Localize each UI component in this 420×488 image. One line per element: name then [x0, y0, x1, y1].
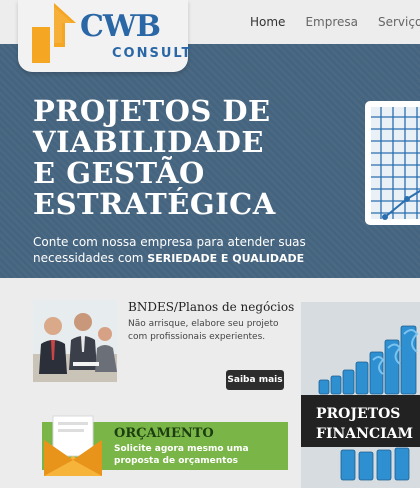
hero-title-line: ESTRATÉGICA [33, 187, 276, 221]
hero-subtitle-emphasis: SERIEDADE E QUALIDADE [147, 252, 305, 265]
hero-title-line: VIABILIDADE [33, 125, 265, 159]
main-content: BNDES/Planos de negócios Não arrisque, e… [0, 278, 420, 488]
saiba-mais-button[interactable]: Saiba mais [226, 370, 284, 390]
hero-subtitle: Conte com nossa empresa para atender sua… [33, 234, 333, 267]
hero-title: PROJETOS DE VIABILIDADE E GESTÃO ESTRATÉ… [33, 96, 333, 220]
orcamento-title: ORÇAMENTO [114, 426, 214, 441]
logo-tagline: CONSULT [112, 46, 193, 61]
main-nav: Home Empresa Serviços [248, 13, 420, 31]
business-people-illustration [33, 300, 117, 382]
nav-servicos[interactable]: Serviços [376, 13, 420, 31]
nav-empresa[interactable]: Empresa [303, 13, 360, 31]
business-people-photo [33, 300, 117, 382]
bndes-card: BNDES/Planos de negócios Não arrisque, e… [33, 300, 294, 396]
orcamento-description: Solicite agora mesmo uma proposta de orç… [114, 444, 249, 466]
logo-name: CWB [80, 9, 161, 44]
bndes-description: Não arrisque, elabore seu projeto com pr… [128, 319, 279, 342]
projetos-line2: FINANCIAM [316, 426, 413, 442]
projetos-financiamento-panel[interactable]: PROJETOS FINANCIAM [301, 302, 420, 488]
projetos-title: PROJETOS FINANCIAM [316, 404, 413, 444]
hero-title-line: E GESTÃO [33, 156, 205, 190]
logo-mark-icon [32, 3, 76, 63]
orcamento-card[interactable]: ORÇAMENTO Solicite agora mesmo uma propo… [42, 412, 288, 478]
hero-banner: PROJETOS DE VIABILIDADE E GESTÃO ESTRATÉ… [0, 44, 420, 278]
envelope-icon [44, 415, 102, 476]
chart-board-icon [365, 101, 420, 225]
bndes-title: BNDES/Planos de negócios [128, 300, 295, 314]
hero-subtitle-line2: necessidades com [33, 251, 148, 265]
projetos-line1: PROJETOS [316, 406, 401, 422]
nav-home[interactable]: Home [248, 13, 287, 31]
hero-subtitle-line1: Conte com nossa empresa para atender sua… [33, 235, 306, 249]
logo[interactable]: CWB CONSULT [18, 0, 190, 72]
hero-title-line: PROJETOS DE [33, 94, 271, 128]
